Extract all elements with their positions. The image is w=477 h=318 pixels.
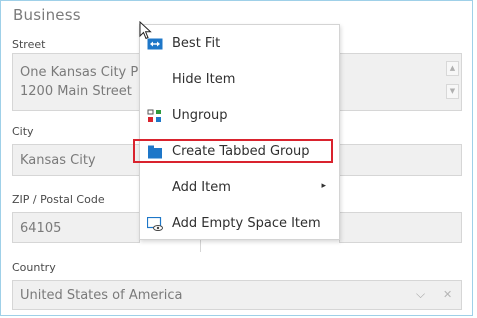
- street-memo[interactable]: One Kansas City Pla 1200 Main Street: [12, 53, 150, 111]
- street-label: Street: [12, 38, 46, 51]
- context-menu: Best Fit Hide Item Ungroup Create Tabbed…: [139, 24, 340, 240]
- country-combobox[interactable]: United States of America ⌵ ✕: [12, 280, 462, 310]
- street-line2: 1200 Main Street: [20, 84, 132, 99]
- street-memo-overflow[interactable]: ▲ ▼: [339, 53, 462, 111]
- ungroup-icon: [147, 109, 161, 122]
- empty-space-icon: [147, 217, 163, 231]
- zip-label: ZIP / Postal Code: [12, 193, 105, 206]
- group-title: Business: [13, 6, 81, 24]
- menu-item-label: Add Empty Space Item: [172, 216, 321, 231]
- city-value: Kansas City: [20, 153, 96, 168]
- scroll-down-button[interactable]: ▼: [446, 84, 459, 99]
- menu-item-label: Hide Item: [172, 72, 236, 87]
- clear-icon[interactable]: ✕: [443, 288, 452, 301]
- menu-item-label: Best Fit: [172, 36, 221, 51]
- menu-item-ungroup[interactable]: Ungroup: [140, 98, 339, 134]
- menu-item-hide-item[interactable]: Hide Item: [140, 62, 339, 98]
- menu-item-best-fit[interactable]: Best Fit: [140, 26, 339, 62]
- right-column-input-2[interactable]: [339, 212, 462, 243]
- city-input[interactable]: Kansas City: [12, 144, 140, 176]
- submenu-arrow-icon: ▸: [321, 181, 326, 191]
- country-label: Country: [12, 261, 56, 274]
- chevron-down-icon[interactable]: ⌵: [416, 287, 425, 302]
- mouse-cursor-icon: [139, 21, 152, 40]
- menu-item-label: Add Item: [172, 180, 231, 195]
- zip-value: 64105: [20, 221, 62, 236]
- menu-item-label: Ungroup: [172, 108, 228, 123]
- right-column-input-1[interactable]: [339, 144, 462, 176]
- zip-input[interactable]: 64105: [12, 212, 140, 243]
- highlight-rectangle: [133, 139, 333, 163]
- country-value: United States of America: [20, 288, 183, 303]
- street-line1: One Kansas City Pla: [20, 65, 150, 80]
- scroll-up-button[interactable]: ▲: [446, 61, 459, 76]
- city-label: City: [12, 125, 34, 138]
- menu-item-add-item[interactable]: Add Item ▸: [140, 170, 339, 206]
- menu-item-add-empty-space-item[interactable]: Add Empty Space Item: [140, 206, 339, 242]
